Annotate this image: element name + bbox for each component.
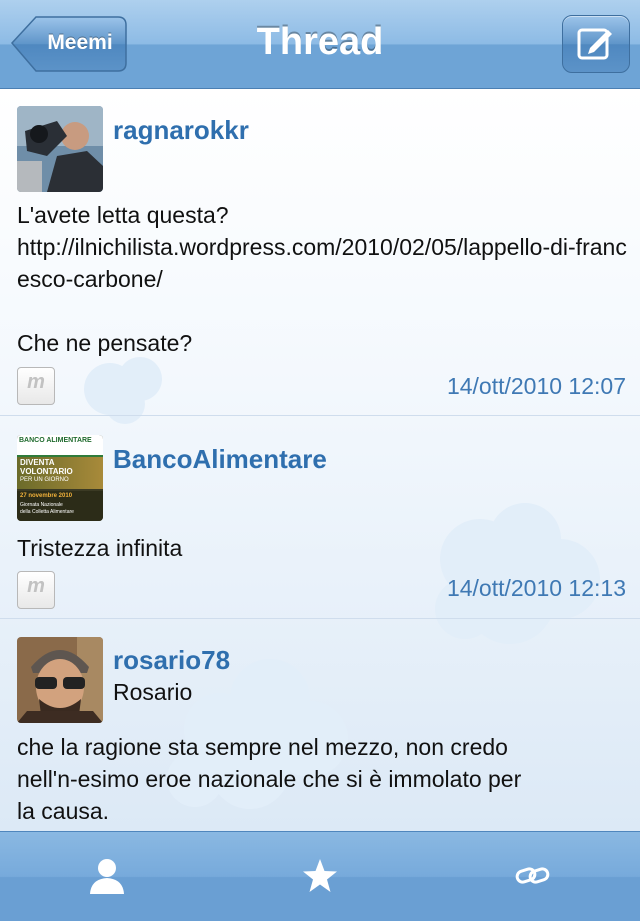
meemi-icon[interactable]: m [17, 367, 55, 405]
post-username[interactable]: ragnarokkr [113, 115, 249, 146]
tab-favorites[interactable] [213, 832, 426, 921]
back-button[interactable]: Meemi [10, 15, 127, 72]
avatar-header: BANCO ALIMENTARE [19, 437, 92, 444]
avatar-line2: VOLONTARIO [20, 467, 73, 476]
post-timestamp: 14/ott/2010 12:07 [446, 373, 626, 399]
compose-button[interactable] [562, 15, 630, 73]
meemi-icon-label: m [27, 371, 45, 393]
tab-links[interactable] [426, 832, 639, 921]
post-username[interactable]: rosario78 [113, 645, 230, 676]
post-timestamp: 14/ott/2010 12:13 [446, 575, 626, 601]
post-text: Tristezza infinita [17, 535, 183, 561]
tab-bar [0, 831, 640, 921]
post-username[interactable]: BancoAlimentare [113, 444, 327, 475]
avatar-event2: della Colletta Alimentare [20, 509, 74, 515]
thread-post[interactable]: rosario78 Rosario che la ragione sta sem… [0, 619, 640, 831]
avatar-date: 27 novembre 2010 [20, 493, 73, 499]
meemi-icon-label: m [27, 575, 45, 597]
avatar-line3: PER UN GIORNO [20, 477, 69, 483]
person-icon [89, 859, 124, 894]
page-title: Thread [256, 21, 384, 63]
tab-profile[interactable] [0, 832, 213, 921]
post-text: che la ragione sta sempre nel mezzo, non… [17, 734, 528, 824]
star-icon [302, 859, 337, 892]
avatar-line1: DIVENTA [20, 458, 55, 467]
post-text: L'avete letta questa? http://ilnichilist… [17, 202, 627, 356]
post-realname: Rosario [113, 679, 193, 705]
meemi-icon[interactable]: m [17, 571, 55, 609]
avatar[interactable] [17, 637, 103, 723]
back-button-label: Meemi [47, 31, 113, 54]
link-icon [515, 867, 549, 884]
thread-post[interactable]: ragnarokkr L'avete letta questa? http://… [0, 89, 640, 416]
avatar-event1: Giornata Nazionale [20, 502, 63, 508]
thread-post[interactable]: BANCO ALIMENTARE DIVENTA VOLONTARIO PER … [0, 416, 640, 619]
avatar[interactable] [17, 106, 103, 192]
avatar[interactable]: BANCO ALIMENTARE DIVENTA VOLONTARIO PER … [17, 435, 103, 521]
compose-icon [577, 28, 612, 60]
thread-list[interactable]: ragnarokkr L'avete letta questa? http://… [0, 89, 640, 831]
avatar-banner: BANCO ALIMENTARE [17, 435, 103, 457]
navigation-bar: Meemi Thread [0, 0, 640, 89]
